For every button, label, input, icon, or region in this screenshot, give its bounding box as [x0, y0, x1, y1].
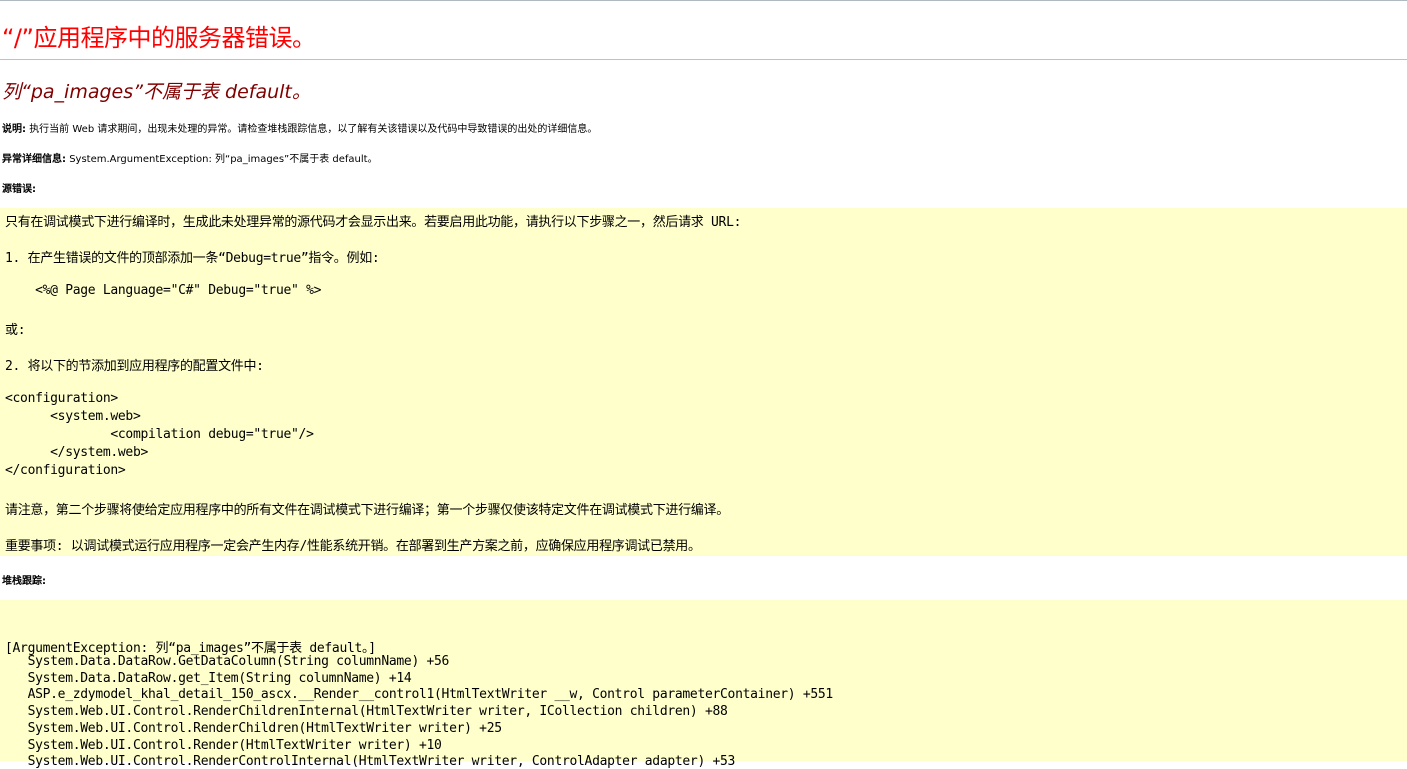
- stack-trace-line: System.Data.DataRow.GetDataColumn(String…: [5, 654, 450, 669]
- source-error-code-line: <%@ Page Language="C#" Debug="true" %>: [5, 283, 322, 298]
- source-error-code-line: </system.web>: [5, 445, 149, 460]
- description-label: 说明:: [2, 124, 26, 135]
- source-error-label: 源错误:: [2, 184, 36, 195]
- source-error-line: 或:: [5, 323, 26, 338]
- source-error-line: 请注意，第二个步骤将使给定应用程序中的所有文件在调试模式下进行编译；第一个步骤仅…: [5, 503, 729, 518]
- source-error-code-line: <system.web>: [5, 409, 141, 424]
- title-divider: [0, 59, 1407, 60]
- exception-details-section: 异常详细信息: System.ArgumentException: 列“pa_i…: [2, 150, 378, 165]
- source-error-line: 1. 在产生错误的文件的顶部添加一条“Debug=true”指令。例如:: [5, 251, 380, 266]
- page-title: “/”应用程序中的服务器错误。: [2, 24, 316, 52]
- stack-trace-heading: 堆栈跟踪:: [2, 572, 46, 587]
- source-error-line: 只有在调试模式下进行编译时，生成此未处理异常的源代码才会显示出来。若要启用此功能…: [5, 215, 742, 230]
- stack-trace-line: ASP.e_zdymodel_khal_detail_150_ascx.__Re…: [5, 687, 834, 702]
- stack-trace-line: System.Web.UI.Control.RenderChildren(Htm…: [5, 721, 502, 736]
- stack-trace-line: System.Web.UI.Control.RenderChildrenInte…: [5, 704, 728, 719]
- description-text: 执行当前 Web 请求期间，出现未处理的异常。请检查堆栈跟踪信息，以了解有关该错…: [29, 124, 598, 135]
- stack-trace-line: System.Data.DataRow.get_Item(String colu…: [5, 671, 412, 686]
- stack-trace-box: [ArgumentException: 列“pa_images”不属于表 def…: [0, 600, 1407, 769]
- source-error-code-line: <configuration>: [5, 391, 118, 406]
- source-error-heading: 源错误:: [2, 180, 36, 195]
- stack-trace-label: 堆栈跟踪:: [2, 576, 46, 587]
- source-error-code-line: </configuration>: [5, 463, 126, 478]
- source-error-code-line: <compilation debug="true"/>: [5, 427, 314, 442]
- source-error-box: 只有在调试模式下进行编译时，生成此未处理异常的源代码才会显示出来。若要启用此功能…: [0, 208, 1407, 556]
- description-section: 说明: 执行当前 Web 请求期间，出现未处理的异常。请检查堆栈跟踪信息，以了解…: [2, 120, 597, 135]
- error-message: 列“pa_images”不属于表 default。: [2, 81, 311, 103]
- exception-details-text: System.ArgumentException: 列“pa_images”不属…: [69, 154, 378, 165]
- exception-details-label: 异常详细信息:: [2, 154, 66, 165]
- source-error-line: 重要事项: 以调试模式运行应用程序一定会产生内存/性能系统开销。在部署到生产方案…: [5, 539, 701, 554]
- source-error-line: 2. 将以下的节添加到应用程序的配置文件中:: [5, 359, 264, 374]
- stack-trace-line: System.Web.UI.Control.Render(HtmlTextWri…: [5, 738, 442, 753]
- stack-trace-line: System.Web.UI.Control.RenderControlInter…: [5, 754, 736, 769]
